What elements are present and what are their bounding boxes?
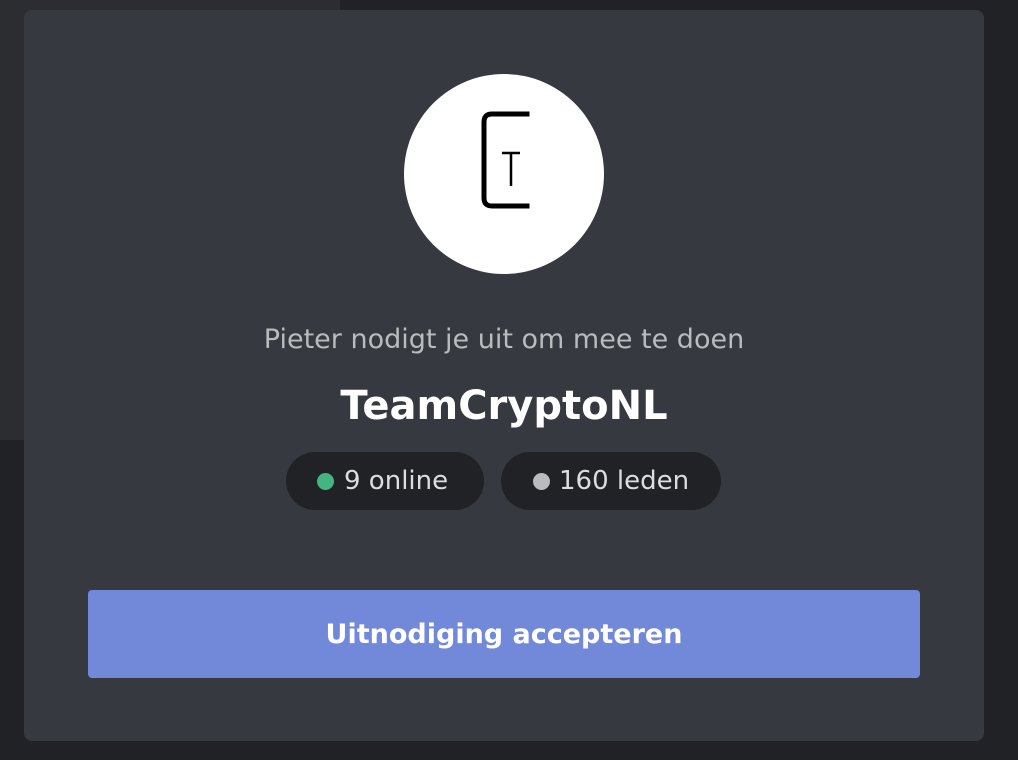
online-status-dot-icon xyxy=(317,473,334,490)
server-name: TeamCryptoNL xyxy=(340,383,668,429)
invite-card: Pieter nodigt je uit om mee te doen Team… xyxy=(24,10,984,741)
member-count-label: 160 leden xyxy=(559,466,690,496)
invite-message: Pieter nodigt je uit om mee te doen xyxy=(263,324,745,355)
member-count-pill: 160 leden xyxy=(501,452,721,510)
accept-invite-button[interactable]: Uitnodiging accepteren xyxy=(88,590,920,678)
member-status-dot-icon xyxy=(533,473,550,490)
server-avatar xyxy=(404,74,604,274)
online-count-pill: 9 online xyxy=(286,452,484,510)
online-count-label: 9 online xyxy=(344,466,449,496)
teamcrypto-ct-logo-icon xyxy=(481,111,530,209)
